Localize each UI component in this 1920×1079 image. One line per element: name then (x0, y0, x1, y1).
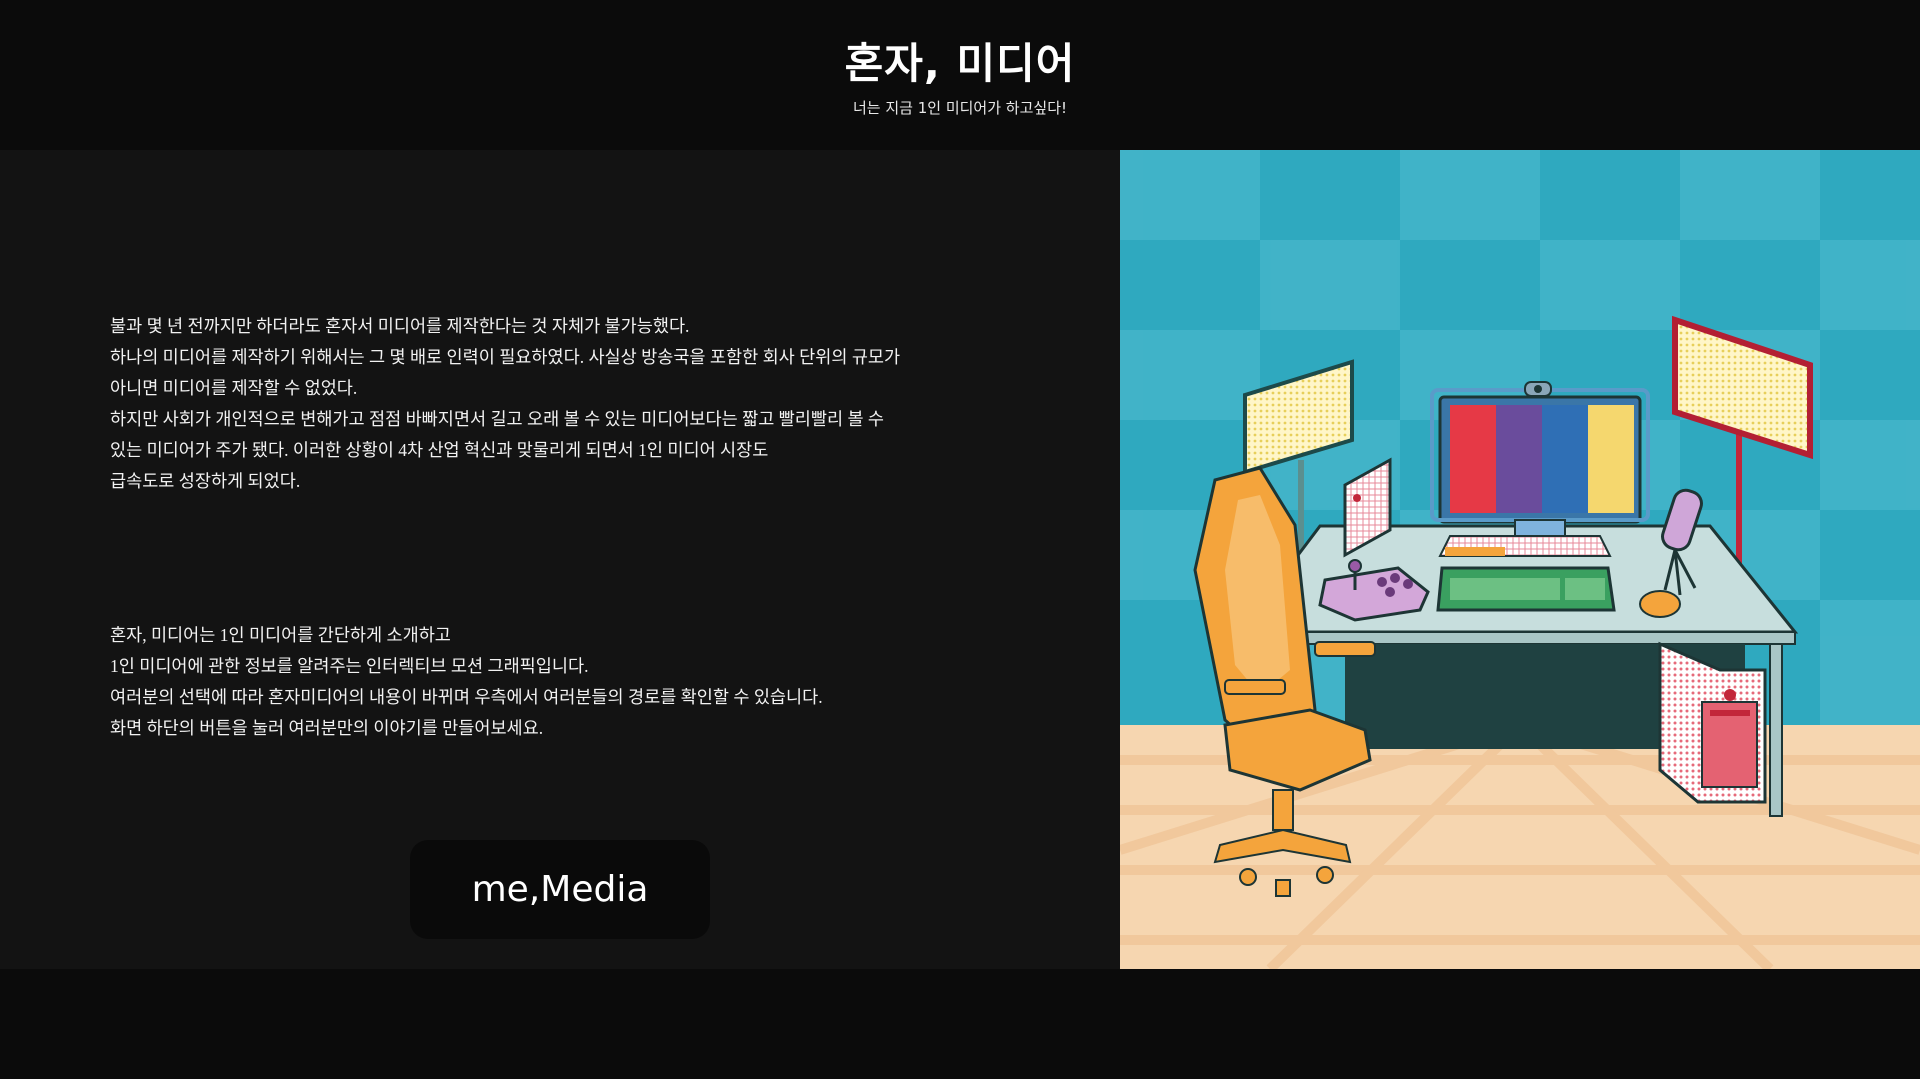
about-text: 혼자, 미디어는 1인 미디어를 간단하게 소개하고 1인 미디어에 관한 정보… (110, 620, 970, 744)
main-content: 불과 몇 년 전까지만 하더라도 혼자서 미디어를 제작한다는 것 자체가 불가… (0, 150, 1920, 969)
me-media-button[interactable]: me,Media (410, 840, 710, 939)
intro-line: 하나의 미디어를 제작하기 위해서는 그 몇 배로 인력이 필요하였다. 사실상… (110, 347, 901, 367)
header: 혼자, 미디어 너는 지금 1인 미디어가 하고싶다! (0, 0, 1920, 150)
illustration-panel (1120, 150, 1920, 969)
intro-text: 불과 몇 년 전까지만 하더라도 혼자서 미디어를 제작한다는 것 자체가 불가… (110, 311, 970, 497)
keyboard-icon (1436, 566, 1616, 612)
mouse-icon (1639, 590, 1681, 618)
about-line: 혼자, 미디어는 1인 미디어를 간단하게 소개하고 (110, 625, 451, 645)
intro-line: 급속도로 성장하게 되었다. (110, 471, 301, 491)
footer (0, 969, 1920, 1079)
about-line: 1인 미디어에 관한 정보를 알려주는 인터렉티브 모션 그래픽입니다. (110, 656, 589, 676)
about-line: 화면 하단의 버튼을 눌러 여러분만의 이야기를 만들어보세요. (110, 718, 544, 738)
streamer-desk-illustration (1120, 150, 1920, 969)
intro-line: 불과 몇 년 전까지만 하더라도 혼자서 미디어를 제작한다는 것 자체가 불가… (110, 316, 690, 336)
site-title: 혼자, 미디어 (844, 39, 1076, 88)
site-subtitle: 너는 지금 1인 미디어가 하고싶다! (852, 99, 1068, 117)
about-line: 여러분의 선택에 따라 혼자미디어의 내용이 바뀌며 우측에서 여러분들의 경로… (110, 687, 823, 707)
intro-line: 하지만 사회가 개인적으로 변해가고 점점 바빠지면서 길고 오래 볼 수 있는… (110, 409, 885, 429)
intro-line: 있는 미디어가 주가 됐다. 이러한 상황이 4차 산업 혁신과 맞물리게 되면… (110, 440, 769, 460)
intro-panel: 불과 몇 년 전까지만 하더라도 혼자서 미디어를 제작한다는 것 자체가 불가… (0, 150, 1120, 969)
intro-line: 아니면 미디어를 제작할 수 없었다. (110, 378, 358, 398)
